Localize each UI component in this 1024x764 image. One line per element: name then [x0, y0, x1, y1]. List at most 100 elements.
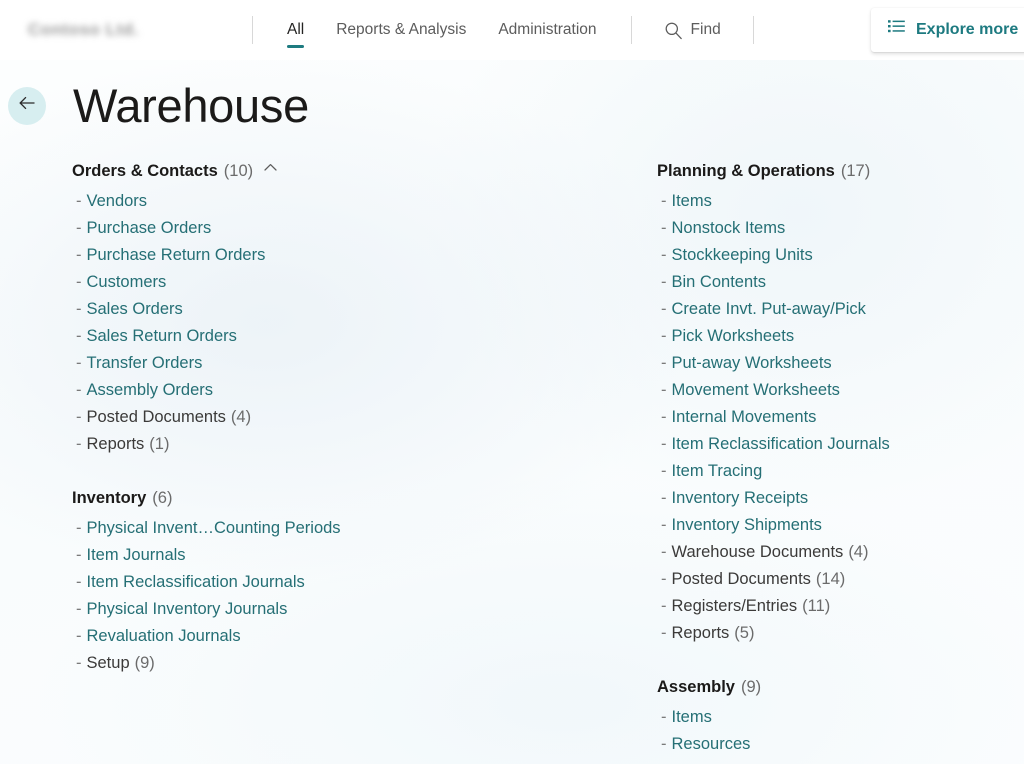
- search-icon: [664, 21, 683, 40]
- link-reports[interactable]: Reports: [672, 620, 730, 647]
- dash-bullet: -: [76, 596, 82, 623]
- page-header: Warehouse: [0, 60, 1024, 129]
- link-internal-movements[interactable]: Internal Movements: [672, 404, 817, 431]
- tab-administration[interactable]: Administration: [482, 0, 612, 60]
- list-item[interactable]: -Posted Documents(14): [657, 566, 1024, 593]
- divider: [753, 16, 754, 44]
- link-reports[interactable]: Reports: [87, 431, 145, 458]
- list-item[interactable]: -Items: [657, 704, 1024, 731]
- list-item[interactable]: -Sales Return Orders: [72, 323, 492, 350]
- list-item[interactable]: -Item Reclassification Journals: [657, 431, 1024, 458]
- list-item[interactable]: -Item Tracing: [657, 458, 1024, 485]
- list-item[interactable]: -Customers: [72, 269, 492, 296]
- tab-all-label: All: [287, 21, 304, 39]
- link-transfer-orders[interactable]: Transfer Orders: [87, 350, 203, 377]
- tab-reports-and-analysis[interactable]: Reports & Analysis: [320, 0, 482, 60]
- list-item[interactable]: -Posted Documents(4): [72, 404, 492, 431]
- chevron-up-icon[interactable]: [262, 159, 279, 183]
- list-item[interactable]: -Assembly Orders: [72, 377, 492, 404]
- list-item[interactable]: -Revaluation Journals: [72, 623, 492, 650]
- list-item[interactable]: -Create Invt. Put-away/Pick: [657, 296, 1024, 323]
- link-nonstock-items[interactable]: Nonstock Items: [672, 215, 786, 242]
- list-item[interactable]: -Resources: [657, 731, 1024, 758]
- link-posted-documents[interactable]: Posted Documents: [87, 404, 226, 431]
- list-item[interactable]: -Nonstock Items: [657, 215, 1024, 242]
- link-registers-entries[interactable]: Registers/Entries: [672, 593, 798, 620]
- link-item-journals[interactable]: Item Journals: [87, 542, 186, 569]
- tab-all[interactable]: All: [271, 0, 320, 60]
- link-items[interactable]: Items: [672, 188, 712, 215]
- link-stockkeeping-units[interactable]: Stockkeeping Units: [672, 242, 813, 269]
- link-setup[interactable]: Setup: [87, 650, 130, 677]
- list-item[interactable]: -Inventory Receipts: [657, 485, 1024, 512]
- link-inventory-shipments[interactable]: Inventory Shipments: [672, 512, 822, 539]
- link-sales-return-orders[interactable]: Sales Return Orders: [87, 323, 237, 350]
- dash-bullet: -: [661, 188, 667, 215]
- list-item[interactable]: -Vendors: [72, 188, 492, 215]
- link-vendors[interactable]: Vendors: [87, 188, 148, 215]
- list-item[interactable]: -Inventory Shipments: [657, 512, 1024, 539]
- list-item[interactable]: -Physical Inventory Journals: [72, 596, 492, 623]
- explore-more-button[interactable]: Explore more: [871, 8, 1024, 52]
- list-item[interactable]: -Internal Movements: [657, 404, 1024, 431]
- dash-bullet: -: [661, 350, 667, 377]
- link-columns: Orders & Contacts (10) -Vendors -Purchas…: [0, 129, 1024, 764]
- link-purchase-return-orders[interactable]: Purchase Return Orders: [87, 242, 266, 269]
- column-left: Orders & Contacts (10) -Vendors -Purchas…: [72, 159, 492, 764]
- list-item[interactable]: -Stockkeeping Units: [657, 242, 1024, 269]
- link-resources[interactable]: Resources: [672, 731, 751, 758]
- list-item[interactable]: -Setup(9): [72, 650, 492, 677]
- divider: [252, 16, 253, 44]
- list-item[interactable]: -Reports(1): [72, 431, 492, 458]
- dash-bullet: -: [661, 758, 667, 764]
- group-header-assembly[interactable]: Assembly (9): [657, 675, 1024, 699]
- link-warehouse-documents[interactable]: Warehouse Documents: [672, 539, 844, 566]
- back-button[interactable]: [8, 87, 46, 125]
- list-item[interactable]: -Assembly Orders: [657, 758, 1024, 764]
- link-revaluation-journals[interactable]: Revaluation Journals: [87, 623, 241, 650]
- list-item[interactable]: -Warehouse Documents(4): [657, 539, 1024, 566]
- list-item[interactable]: -Bin Contents: [657, 269, 1024, 296]
- list-item[interactable]: -Sales Orders: [72, 296, 492, 323]
- list-item[interactable]: -Purchase Orders: [72, 215, 492, 242]
- list-item[interactable]: -Reports(5): [657, 620, 1024, 647]
- group-header-orders-and-contacts[interactable]: Orders & Contacts (10): [72, 159, 492, 183]
- link-movement-worksheets[interactable]: Movement Worksheets: [672, 377, 840, 404]
- link-item-reclassification-journals[interactable]: Item Reclassification Journals: [672, 431, 890, 458]
- list-item[interactable]: -Put-away Worksheets: [657, 350, 1024, 377]
- link-purchase-orders[interactable]: Purchase Orders: [87, 215, 212, 242]
- page-title: Warehouse: [73, 82, 309, 129]
- divider: [631, 16, 632, 44]
- dash-bullet: -: [76, 542, 82, 569]
- link-bin-contents[interactable]: Bin Contents: [672, 269, 766, 296]
- list-item[interactable]: -Physical Invent…Counting Periods: [72, 515, 492, 542]
- link-put-away-worksheets[interactable]: Put-away Worksheets: [672, 350, 832, 377]
- group-count: (9): [741, 675, 761, 699]
- link-physical-inventory-journals[interactable]: Physical Inventory Journals: [87, 596, 288, 623]
- list-item[interactable]: -Purchase Return Orders: [72, 242, 492, 269]
- company-logo[interactable]: Contoso Ltd.: [28, 19, 226, 41]
- link-create-invt-put-away-pick[interactable]: Create Invt. Put-away/Pick: [672, 296, 866, 323]
- link-inventory-receipts[interactable]: Inventory Receipts: [672, 485, 809, 512]
- list-item[interactable]: -Transfer Orders: [72, 350, 492, 377]
- list-item[interactable]: -Movement Worksheets: [657, 377, 1024, 404]
- list-item[interactable]: -Item Journals: [72, 542, 492, 569]
- link-pick-worksheets[interactable]: Pick Worksheets: [672, 323, 795, 350]
- link-items[interactable]: Items: [672, 704, 712, 731]
- link-assembly-orders[interactable]: Assembly Orders: [672, 758, 799, 764]
- link-posted-documents[interactable]: Posted Documents: [672, 566, 811, 593]
- link-item-reclassification-journals[interactable]: Item Reclassification Journals: [87, 569, 305, 596]
- group-header-inventory[interactable]: Inventory (6): [72, 486, 492, 510]
- list-item[interactable]: -Item Reclassification Journals: [72, 569, 492, 596]
- group-header-planning-and-operations[interactable]: Planning & Operations (17): [657, 159, 1024, 183]
- find-button[interactable]: Find: [650, 21, 735, 40]
- link-customers[interactable]: Customers: [87, 269, 167, 296]
- nav-tabs: All Reports & Analysis Administration: [271, 0, 613, 60]
- link-physical-inventory-counting-periods[interactable]: Physical Invent…Counting Periods: [87, 515, 341, 542]
- list-item[interactable]: -Items: [657, 188, 1024, 215]
- link-assembly-orders[interactable]: Assembly Orders: [87, 377, 214, 404]
- list-item[interactable]: -Pick Worksheets: [657, 323, 1024, 350]
- list-item[interactable]: -Registers/Entries(11): [657, 593, 1024, 620]
- link-item-tracing[interactable]: Item Tracing: [672, 458, 763, 485]
- link-sales-orders[interactable]: Sales Orders: [87, 296, 183, 323]
